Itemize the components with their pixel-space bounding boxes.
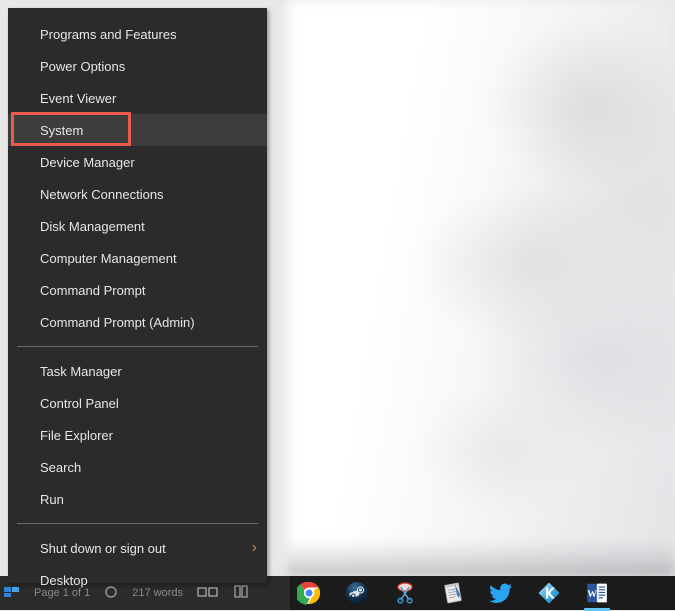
- chevron-right-icon: ›: [251, 539, 257, 556]
- menu-item-programs-and-features[interactable]: Programs and Features: [8, 18, 267, 50]
- menu-item-label: File Explorer: [40, 427, 113, 443]
- menu-group-system: Programs and Features Power Options Even…: [8, 18, 267, 338]
- menu-item-label: Computer Management: [40, 250, 177, 266]
- document-bottom-shadow: [287, 540, 675, 576]
- menu-item-network-connections[interactable]: Network Connections: [8, 178, 267, 210]
- menu-item-label: Programs and Features: [40, 26, 177, 42]
- menu-item-command-prompt-admin[interactable]: Command Prompt (Admin): [8, 306, 267, 338]
- menu-item-system[interactable]: System: [8, 114, 267, 146]
- menu-item-power-options[interactable]: Power Options: [8, 50, 267, 82]
- blurred-document-window: [287, 0, 675, 576]
- menu-item-run[interactable]: Run: [8, 483, 267, 515]
- menu-item-task-manager[interactable]: Task Manager: [8, 355, 267, 387]
- menu-item-label: Event Viewer: [40, 90, 117, 106]
- steam-icon[interactable]: [343, 579, 371, 607]
- document-left-margin: [270, 0, 288, 576]
- menu-separator-1: [17, 346, 258, 347]
- menu-item-label: Network Connections: [40, 186, 164, 202]
- menu-item-search[interactable]: Search: [8, 451, 267, 483]
- menu-item-label: Disk Management: [40, 218, 145, 234]
- menu-item-label: Search: [40, 459, 82, 475]
- twitter-icon[interactable]: [487, 579, 515, 607]
- menu-item-label: Command Prompt: [40, 282, 146, 298]
- menu-group-tools: Task Manager Control Panel File Explorer…: [8, 355, 267, 515]
- menu-item-disk-management[interactable]: Disk Management: [8, 210, 267, 242]
- menu-item-desktop[interactable]: Desktop: [8, 564, 267, 596]
- menu-item-label: Power Options: [40, 58, 126, 74]
- menu-item-label: Command Prompt (Admin): [40, 314, 195, 330]
- menu-group-session: Shut down or sign out › Desktop: [8, 532, 267, 596]
- menu-item-label: Control Panel: [40, 395, 119, 411]
- menu-item-label: System: [40, 122, 84, 138]
- menu-item-computer-management[interactable]: Computer Management: [8, 242, 267, 274]
- menu-item-event-viewer[interactable]: Event Viewer: [8, 82, 267, 114]
- menu-item-control-panel[interactable]: Control Panel: [8, 387, 267, 419]
- menu-item-label: Shut down or sign out: [40, 540, 166, 556]
- win-x-context-menu[interactable]: Programs and Features Power Options Even…: [8, 8, 267, 588]
- menu-item-device-manager[interactable]: Device Manager: [8, 146, 267, 178]
- notepad-icon[interactable]: [439, 579, 467, 607]
- taskbar-icon-strip[interactable]: W: [295, 576, 611, 611]
- menu-item-command-prompt[interactable]: Command Prompt: [8, 274, 267, 306]
- menu-item-label: Run: [40, 491, 64, 507]
- chrome-icon[interactable]: [295, 579, 323, 607]
- menu-separator-2: [17, 523, 258, 524]
- svg-text:W: W: [587, 589, 597, 600]
- menu-top-padding: [8, 8, 267, 18]
- menu-item-label: Desktop: [40, 572, 88, 588]
- menu-item-shut-down-or-sign-out[interactable]: Shut down or sign out ›: [8, 532, 267, 564]
- menu-item-label: Device Manager: [40, 154, 135, 170]
- word-icon[interactable]: W: [583, 579, 611, 611]
- kodi-icon[interactable]: [535, 579, 563, 607]
- menu-item-label: Task Manager: [40, 363, 122, 379]
- snipping-tool-icon[interactable]: [391, 579, 419, 607]
- menu-item-file-explorer[interactable]: File Explorer: [8, 419, 267, 451]
